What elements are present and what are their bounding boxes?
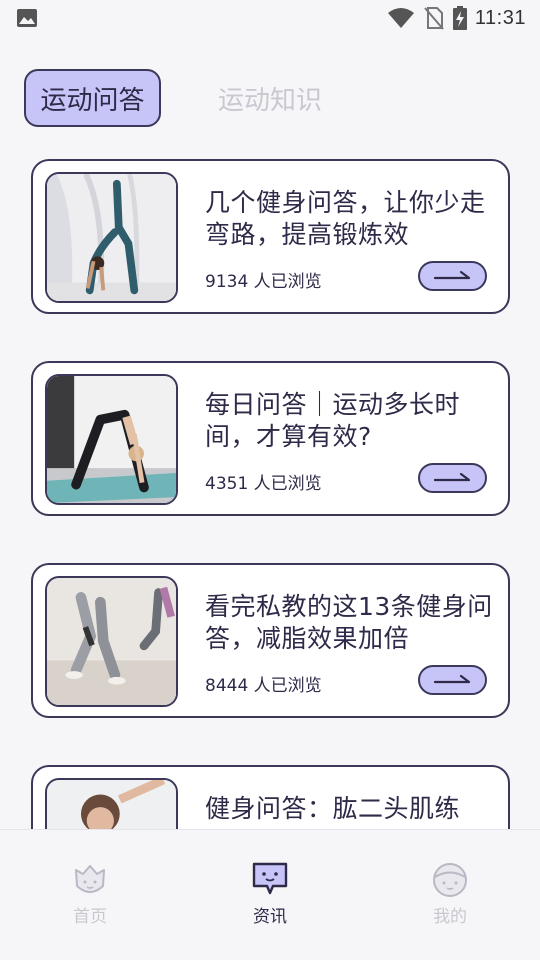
article-title: 健身问答：肱二头肌练	[205, 794, 461, 823]
gallery-icon	[17, 9, 37, 27]
status-bar: 11:31	[0, 0, 540, 36]
bottom-navigation: 首页 资讯 我的	[0, 829, 540, 960]
nav-profile-label: 我的	[433, 907, 467, 927]
open-article-button[interactable]	[418, 463, 487, 493]
nav-news[interactable]: 资讯	[225, 860, 315, 930]
chat-bubble-icon	[252, 862, 288, 895]
nav-home[interactable]: 首页	[45, 860, 135, 930]
article-title: 看完私教的这13条健身问答，减脂效果加倍	[205, 592, 493, 653]
nav-home-label: 首页	[73, 907, 107, 927]
arrow-right-icon	[433, 472, 470, 482]
article-title: 几个健身问答，让你少走弯路，提高锻炼效	[205, 188, 486, 249]
article-card[interactable]: 看完私教的这13条健身问答，减脂效果加倍 8444 人已浏览	[31, 563, 510, 718]
status-time: 11:31	[474, 6, 526, 29]
view-count: 4351 人已浏览	[205, 474, 322, 494]
view-count: 9134 人已浏览	[205, 272, 322, 292]
article-card[interactable]: 每日问答｜运动多长时间，才算有效? 4351 人已浏览	[31, 361, 510, 516]
category-tabs: 运动问答 运动知识	[24, 69, 524, 127]
flower-icon	[75, 865, 105, 893]
article-title: 每日问答｜运动多长时间，才算有效?	[205, 390, 461, 451]
open-article-button[interactable]	[418, 261, 487, 291]
wifi-icon	[387, 8, 414, 28]
view-count: 8444 人已浏览	[205, 676, 322, 696]
status-icons: 11:31	[387, 5, 526, 31]
article-thumbnail	[45, 172, 178, 303]
tab-sports-knowledge[interactable]: 运动知识	[218, 69, 322, 127]
nav-news-label: 资讯	[253, 907, 287, 927]
article-thumbnail	[45, 374, 178, 505]
face-icon	[433, 863, 467, 897]
arrow-right-icon	[433, 270, 470, 280]
open-article-button[interactable]	[418, 665, 487, 695]
tab-sports-qa[interactable]: 运动问答	[24, 69, 161, 127]
article-thumbnail	[45, 576, 178, 707]
article-card[interactable]: 几个健身问答，让你少走弯路，提高锻炼效 9134 人已浏览	[31, 159, 510, 314]
nav-profile[interactable]: 我的	[405, 860, 495, 930]
battery-charging-icon	[452, 6, 467, 30]
no-sim-icon	[424, 7, 444, 30]
arrow-right-icon	[433, 674, 470, 684]
